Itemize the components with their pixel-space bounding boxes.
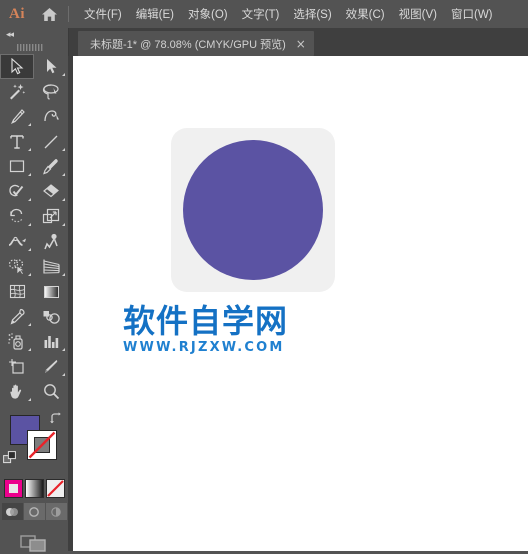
close-icon[interactable]: × — [296, 38, 306, 50]
curvature-tool[interactable] — [34, 104, 68, 129]
lasso-tool[interactable] — [34, 79, 68, 104]
pen-tool[interactable] — [0, 104, 34, 129]
document-tab-bar: 未标题-1* @ 78.08% (CMYK/GPU 预览) × — [68, 28, 528, 56]
rounded-square-shape[interactable] — [171, 128, 335, 292]
fill-stroke-controls — [0, 411, 68, 473]
tool-group-indicator — [28, 348, 31, 351]
tool-group-indicator — [28, 173, 31, 176]
blend-tool[interactable] — [34, 304, 68, 329]
shape-builder-tool[interactable] — [0, 254, 34, 279]
type-tool[interactable] — [0, 129, 34, 154]
none-button[interactable] — [45, 479, 65, 498]
menu-view[interactable]: 视图(V) — [392, 3, 444, 25]
tool-group-indicator — [28, 148, 31, 151]
tool-group-indicator — [28, 273, 31, 276]
tool-group-indicator — [62, 373, 65, 376]
tool-group-indicator — [62, 273, 65, 276]
fill-mode-buttons — [0, 479, 68, 498]
rectangle-tool[interactable] — [0, 154, 34, 179]
menu-type[interactable]: 文字(T) — [235, 3, 287, 25]
magic-wand-tool[interactable] — [0, 79, 34, 104]
tool-group-indicator — [28, 223, 31, 226]
tool-group-indicator — [62, 198, 65, 201]
width-tool[interactable] — [0, 229, 34, 254]
color-button[interactable] — [3, 479, 23, 498]
menu-bar: Ai 文件(F) 编辑(E) 对象(O) 文字(T) 选择(S) 效果(C) 视… — [0, 0, 528, 28]
gradient-tool[interactable] — [34, 279, 68, 304]
symbol-sprayer-tool[interactable] — [0, 329, 34, 354]
default-fill-stroke-icon[interactable] — [3, 451, 17, 465]
eyedropper-tool[interactable] — [0, 304, 34, 329]
menu-divider — [68, 6, 69, 22]
tool-group-indicator — [28, 398, 31, 401]
free-transform-tool[interactable] — [34, 229, 68, 254]
tool-group-indicator — [62, 223, 65, 226]
stroke-none-slash — [28, 431, 56, 459]
canvas-area: 软件自学网 WWW.RJZXW.COM — [68, 56, 528, 551]
draw-inside-button[interactable] — [45, 503, 67, 520]
watermark-chinese: 软件自学网 — [123, 302, 289, 340]
scale-tool[interactable] — [34, 204, 68, 229]
panel-drag-handle[interactable] — [0, 41, 68, 53]
watermark-url: WWW.RJZXW.COM — [123, 340, 285, 355]
mesh-tool[interactable] — [0, 279, 34, 304]
menu-edit[interactable]: 编辑(E) — [129, 3, 181, 25]
swap-fill-stroke-icon[interactable] — [49, 412, 63, 426]
stroke-color-swatch[interactable] — [27, 430, 57, 460]
zoom-tool[interactable] — [34, 379, 68, 404]
eraser-tool[interactable] — [34, 179, 68, 204]
shaper-tool[interactable] — [0, 179, 34, 204]
tool-group-indicator — [28, 248, 31, 251]
rotate-tool[interactable] — [0, 204, 34, 229]
collapse-panel-icon[interactable]: ◂◂ — [6, 30, 14, 39]
menu-effect[interactable]: 效果(C) — [339, 3, 392, 25]
draw-behind-button[interactable] — [23, 503, 45, 520]
draw-normal-button[interactable] — [1, 503, 23, 520]
tool-group-indicator — [62, 348, 65, 351]
menu-file[interactable]: 文件(F) — [77, 3, 129, 25]
menu-window[interactable]: 窗口(W) — [444, 3, 500, 25]
artboard-tool[interactable] — [0, 354, 34, 379]
column-graph-tool[interactable] — [34, 329, 68, 354]
tools-panel: ◂◂ — [0, 28, 69, 552]
tools-grid — [0, 53, 68, 404]
tool-group-indicator — [28, 123, 31, 126]
document-tab[interactable]: 未标题-1* @ 78.08% (CMYK/GPU 预览) × — [78, 31, 314, 56]
app-logo: Ai — [9, 5, 25, 22]
paintbrush-tool[interactable] — [34, 154, 68, 179]
hand-tool[interactable] — [0, 379, 34, 404]
slice-tool[interactable] — [34, 354, 68, 379]
tool-group-indicator — [28, 323, 31, 326]
document-tab-title: 未标题-1* @ 78.08% (CMYK/GPU 预览) — [90, 38, 286, 51]
draw-mode-buttons — [0, 503, 68, 520]
line-segment-tool[interactable] — [34, 129, 68, 154]
tools-panel-header: ◂◂ — [0, 28, 68, 41]
home-icon[interactable] — [34, 0, 64, 28]
gradient-button[interactable] — [24, 479, 44, 498]
illustrator-window: Ai 文件(F) 编辑(E) 对象(O) 文字(T) 选择(S) 效果(C) 视… — [0, 0, 528, 552]
ellipse-shape[interactable] — [183, 140, 323, 280]
document-canvas[interactable]: 软件自学网 WWW.RJZXW.COM — [73, 56, 528, 551]
tool-group-indicator — [62, 173, 65, 176]
perspective-grid-tool[interactable] — [34, 254, 68, 279]
selection-tool[interactable] — [0, 54, 34, 79]
menu-object[interactable]: 对象(O) — [181, 3, 235, 25]
tool-group-indicator — [62, 73, 65, 76]
menu-select[interactable]: 选择(S) — [286, 3, 338, 25]
watermark: 软件自学网 WWW.RJZXW.COM — [123, 305, 293, 355]
direct-selection-tool[interactable] — [34, 54, 68, 79]
tool-group-indicator — [28, 198, 31, 201]
tool-group-indicator — [62, 148, 65, 151]
